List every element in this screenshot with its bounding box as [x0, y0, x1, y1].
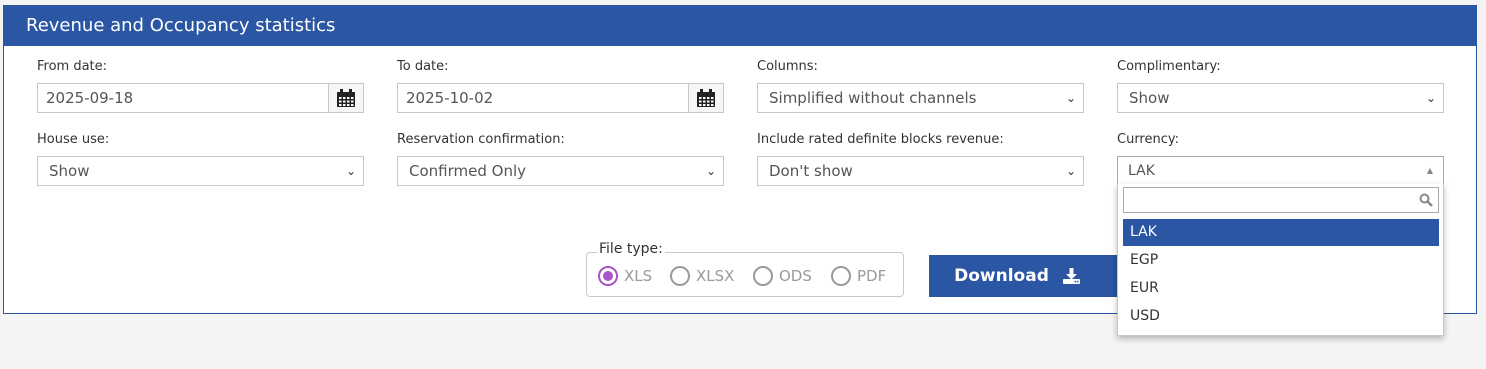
- rated-blocks-value: Don't show: [769, 162, 853, 180]
- currency-search-input[interactable]: [1123, 187, 1439, 213]
- complimentary-value: Show: [1129, 89, 1170, 107]
- file-type-ods-label: ODS: [779, 267, 812, 285]
- currency-option[interactable]: EUR: [1123, 275, 1439, 302]
- columns-group: Columns: Simplified without channels ⌄: [757, 57, 1084, 113]
- to-date-value: 2025-10-02: [406, 89, 494, 107]
- calendar-icon: [337, 89, 355, 107]
- reservation-confirmation-label: Reservation confirmation:: [397, 132, 565, 147]
- file-type-pdf-label: PDF: [857, 267, 887, 285]
- chevron-down-icon: ⌄: [1065, 164, 1076, 178]
- radio-checked-icon: [598, 266, 618, 286]
- currency-group: Currency: LAK ▲: [1117, 130, 1444, 186]
- chevron-down-icon: ⌄: [1425, 91, 1436, 105]
- chevron-down-icon: ⌄: [705, 164, 716, 178]
- radio-unchecked-icon: [831, 266, 851, 286]
- currency-label: Currency:: [1117, 132, 1180, 147]
- reservation-confirmation-group: Reservation confirmation: Confirmed Only…: [397, 130, 724, 186]
- currency-option[interactable]: EGP: [1123, 247, 1439, 274]
- complimentary-select[interactable]: Show ⌄: [1117, 83, 1444, 113]
- reservation-confirmation-select[interactable]: Confirmed Only ⌄: [397, 156, 724, 186]
- house-use-group: House use: Show ⌄: [37, 130, 364, 186]
- chevron-down-icon: ⌄: [1065, 91, 1076, 105]
- from-date-value: 2025-09-18: [46, 89, 134, 107]
- file-type-xls-label: XLS: [624, 267, 653, 285]
- to-date-input[interactable]: 2025-10-02: [397, 83, 724, 113]
- columns-value: Simplified without channels: [769, 89, 977, 107]
- chevron-down-icon: ⌄: [345, 164, 356, 178]
- house-use-value: Show: [49, 162, 90, 180]
- currency-option[interactable]: LAK: [1123, 219, 1439, 246]
- columns-label: Columns:: [757, 59, 818, 74]
- columns-select[interactable]: Simplified without channels ⌄: [757, 83, 1084, 113]
- from-date-group: From date: 2025-09-18: [37, 57, 364, 113]
- radio-unchecked-icon: [753, 266, 773, 286]
- currency-option[interactable]: USD: [1123, 303, 1439, 330]
- file-type-xlsx-label: XLSX: [696, 267, 735, 285]
- currency-select[interactable]: LAK ▲: [1117, 156, 1444, 186]
- from-date-input[interactable]: 2025-09-18: [37, 83, 364, 113]
- rated-blocks-select[interactable]: Don't show ⌄: [757, 156, 1084, 186]
- search-icon: [1419, 193, 1433, 207]
- download-label: Download: [954, 266, 1049, 286]
- from-date-calendar-button[interactable]: [328, 84, 363, 112]
- house-use-select[interactable]: Show ⌄: [37, 156, 364, 186]
- reservation-confirmation-value: Confirmed Only: [409, 162, 526, 180]
- file-type-legend: File type:: [597, 241, 665, 257]
- complimentary-group: Complimentary: Show ⌄: [1117, 57, 1444, 113]
- complimentary-label: Complimentary:: [1117, 59, 1221, 74]
- from-date-label: From date:: [37, 59, 108, 74]
- rated-blocks-group: Include rated definite blocks revenue: D…: [757, 130, 1084, 186]
- calendar-icon: [697, 89, 715, 107]
- rated-blocks-label: Include rated definite blocks revenue:: [757, 132, 1004, 147]
- to-date-label: To date:: [397, 59, 449, 74]
- to-date-group: To date: 2025-10-02: [397, 57, 724, 113]
- to-date-calendar-button[interactable]: [688, 84, 723, 112]
- download-icon: [1063, 268, 1080, 284]
- currency-dropdown: LAK EGP EUR USD: [1117, 184, 1444, 336]
- download-button[interactable]: Download: [929, 255, 1129, 297]
- chevron-up-icon: ▲: [1426, 166, 1433, 175]
- currency-value: LAK: [1128, 163, 1155, 179]
- panel-title: Revenue and Occupancy statistics: [4, 6, 1476, 46]
- radio-unchecked-icon: [670, 266, 690, 286]
- house-use-label: House use:: [37, 132, 110, 147]
